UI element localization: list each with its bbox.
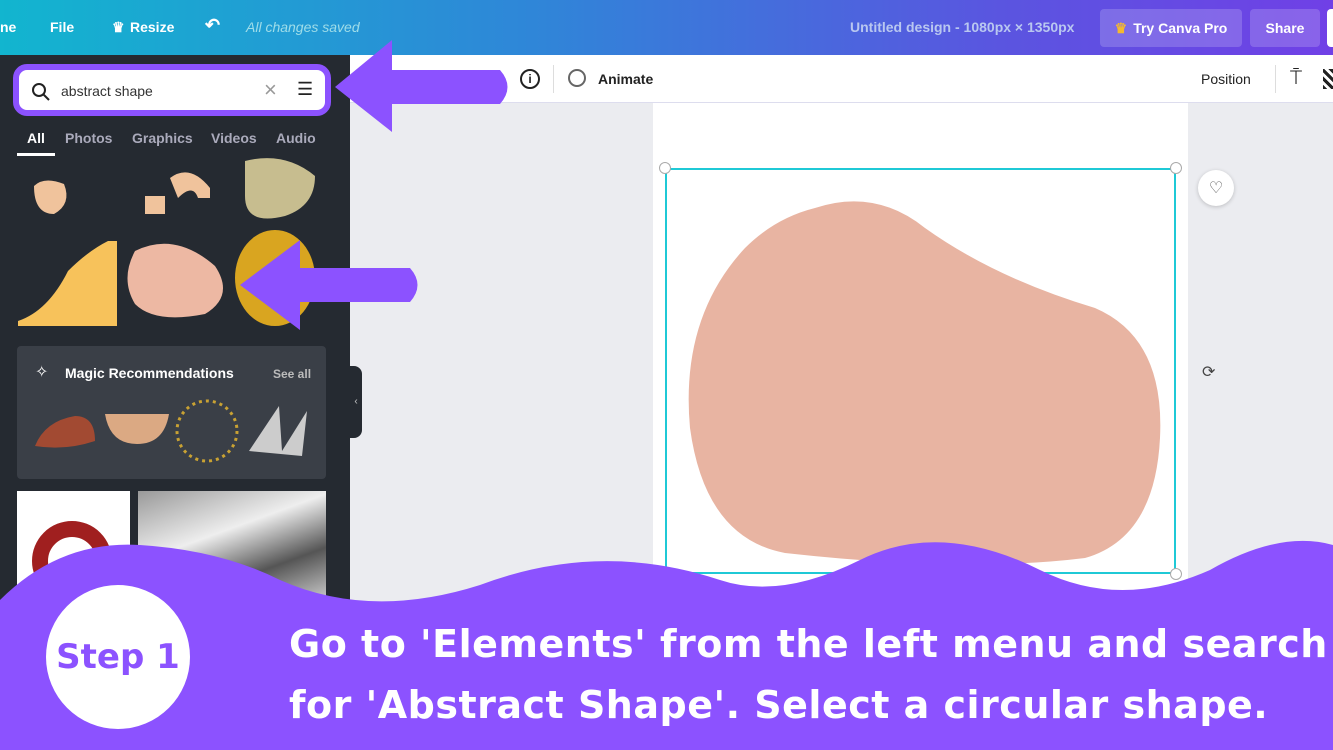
instruction-line-2: for 'Abstract Shape'. Select a circular … xyxy=(289,683,1269,727)
arrow-to-shape xyxy=(240,240,418,330)
arrow-to-search xyxy=(335,40,508,132)
step-badge: Step 1 xyxy=(46,585,190,729)
instruction-line-1: Go to 'Elements' from the left menu and … xyxy=(289,622,1328,666)
